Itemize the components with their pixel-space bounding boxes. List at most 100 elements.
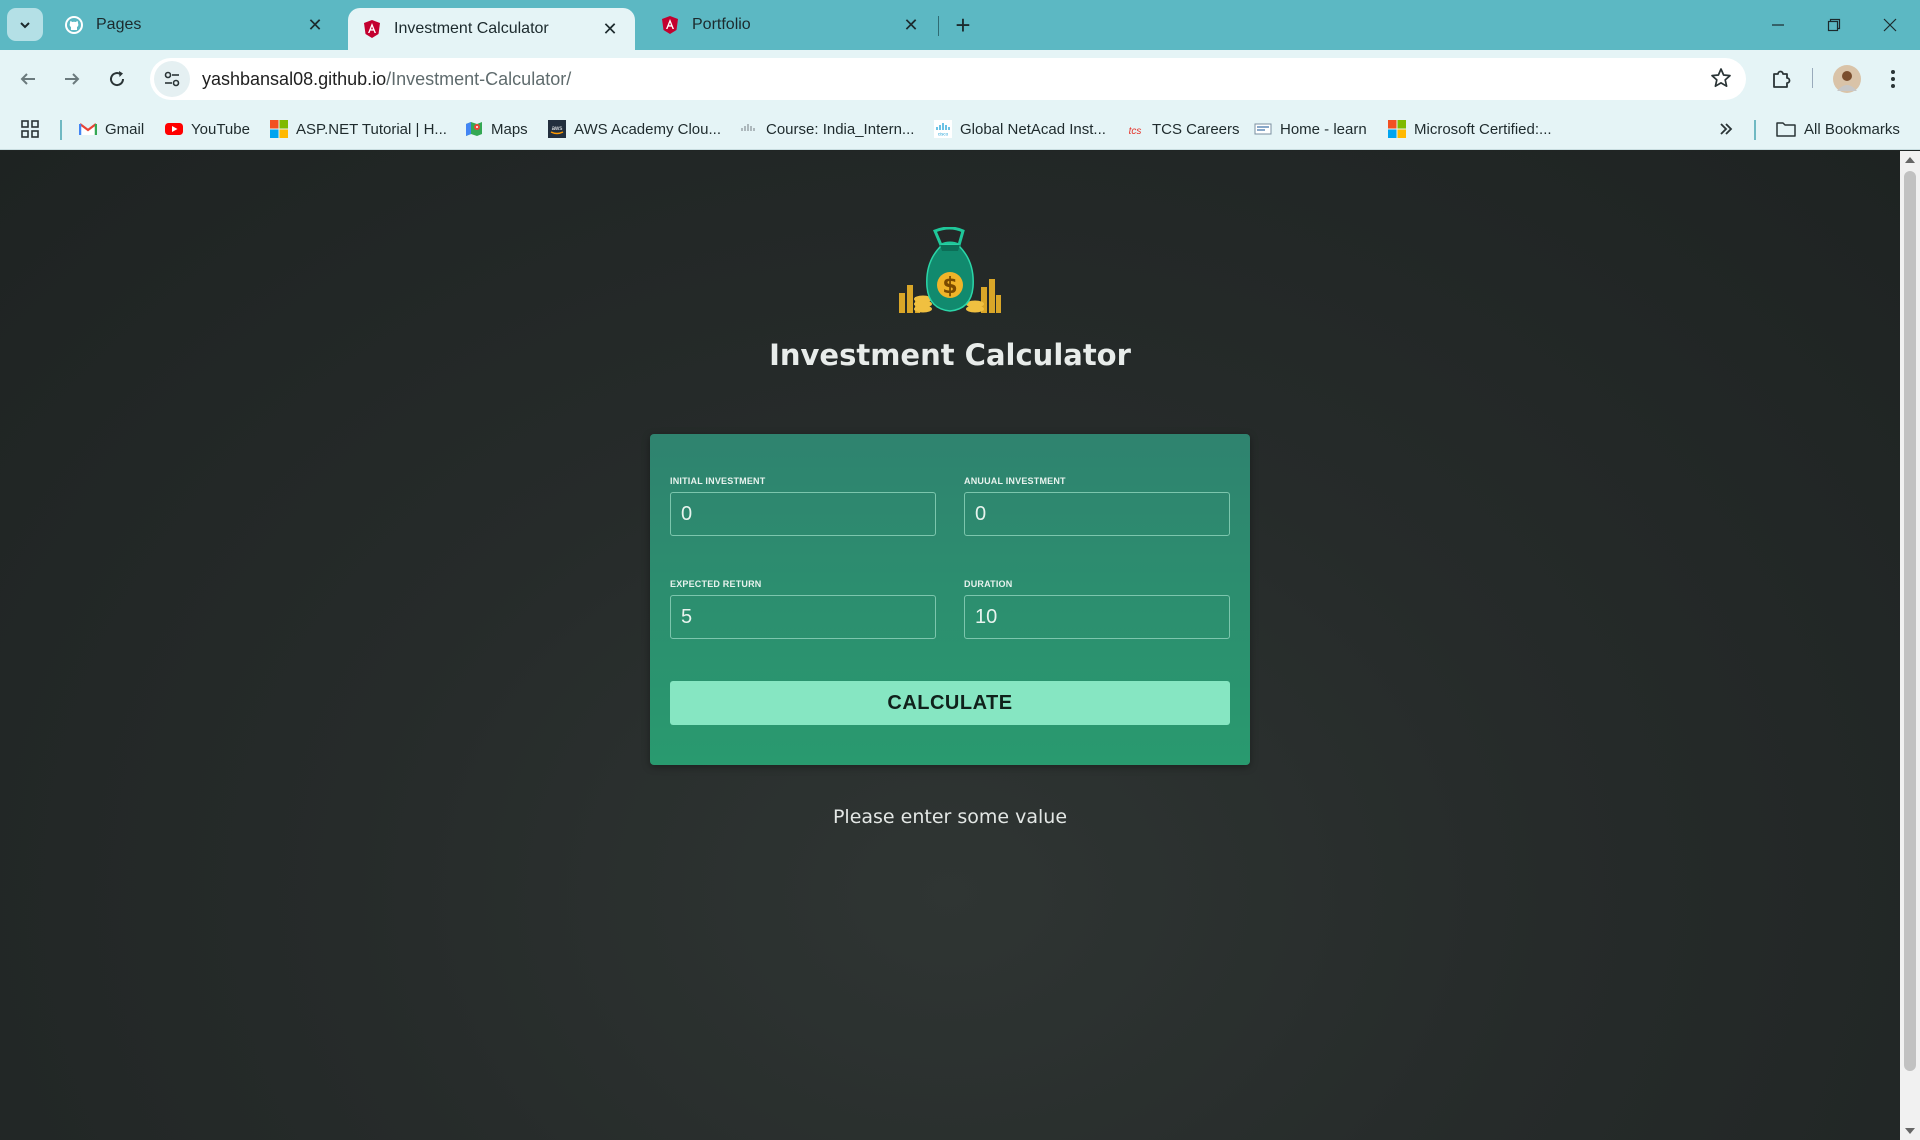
bookmark-gmail[interactable]: Gmail [79,116,144,142]
site-info-button[interactable] [154,61,190,97]
scroll-up-arrow[interactable] [1905,157,1915,163]
tab-pages[interactable]: Pages ✕ [50,0,340,50]
bookmark-label: ASP.NET Tutorial | H... [296,120,447,138]
bookmark-label: Home - learn [1280,120,1367,138]
microsoft-icon [1388,120,1406,138]
arrow-right-icon [65,73,80,85]
initial-investment-group: INITIAL INVESTMENT [670,476,936,536]
all-bookmarks-button[interactable]: All Bookmarks [1776,116,1900,142]
calculate-button[interactable]: CALCULATE [670,681,1230,725]
toolbar-divider [1812,68,1813,88]
bookmark-microsoft-certified[interactable]: Microsoft Certified:... [1388,116,1552,142]
bookmark-tcs-careers[interactable]: tcs TCS Careers [1126,116,1240,142]
bookmark-star-button[interactable] [1710,67,1732,94]
annual-investment-input[interactable] [964,492,1230,536]
new-tab-button[interactable]: + [948,10,978,40]
annual-investment-label: ANUUAL INVESTMENT [964,476,1066,486]
restore-button[interactable] [1806,0,1862,50]
duration-input[interactable] [964,595,1230,639]
cisco-icon [741,124,755,131]
back-button[interactable] [10,61,46,97]
duration-group: DURATION [964,579,1230,639]
more-vertical-icon [1891,70,1895,88]
angular-icon [660,15,680,35]
bookmark-aws-academy[interactable]: aws AWS Academy Clou... [548,116,721,142]
arrow-left-icon [20,73,35,85]
bookmark-label: Microsoft Certified:... [1414,120,1552,138]
learn-icon [1254,123,1272,135]
expected-return-group: EXPECTED RETURN [670,579,936,639]
close-tab-icon[interactable]: ✕ [599,18,621,40]
double-chevron-right-icon [1720,123,1733,135]
initial-investment-input[interactable] [670,492,936,536]
bookmark-label: TCS Careers [1152,120,1240,138]
url-text: yashbansal08.github.io/Investment-Calcul… [202,69,571,90]
tab-divider [938,16,939,36]
maps-icon [466,122,482,136]
address-bar[interactable]: yashbansal08.github.io/Investment-Calcul… [150,58,1746,100]
reload-icon [110,71,125,87]
svg-text:$: $ [942,274,957,299]
bookmark-global-netacad[interactable]: cisco Global NetAcad Inst... [934,116,1106,142]
chevron-down-icon [20,21,30,28]
extensions-button[interactable] [1763,61,1799,97]
annual-investment-group: ANUUAL INVESTMENT [964,476,1230,536]
cisco-icon: cisco [934,120,952,138]
tab-search-button[interactable] [7,8,43,41]
minimize-icon [1772,24,1784,26]
money-bag-logo: $ [899,227,1001,313]
page-scrollbar[interactable] [1900,151,1920,1140]
bookmark-label: Maps [491,120,528,138]
bookmark-label: AWS Academy Clou... [574,120,721,138]
tune-icon [164,71,180,87]
forward-button[interactable] [54,61,90,97]
bookmark-home-learn[interactable]: Home - learn [1254,116,1367,142]
page-content: $ Investment Calculator INITIAL INVESTME… [0,151,1900,1140]
expected-return-input[interactable] [670,595,936,639]
reload-button[interactable] [99,61,135,97]
close-tab-icon[interactable]: ✕ [900,14,922,36]
bookmark-label: Course: India_Intern... [766,120,915,138]
page-title: Investment Calculator [769,338,1131,372]
profile-avatar[interactable] [1829,61,1865,97]
bookmark-youtube[interactable]: YouTube [165,116,250,142]
close-window-button[interactable] [1862,0,1918,50]
status-message: Please enter some value [832,806,1068,828]
bookmarks-bar: Gmail YouTube ASP.NET Tutorial | H... Ma… [0,108,1920,150]
apps-button[interactable] [20,116,40,142]
close-tab-icon[interactable]: ✕ [304,14,326,36]
folder-icon [1776,122,1796,137]
expected-return-label: EXPECTED RETURN [670,579,762,589]
tab-investment-calculator[interactable]: Investment Calculator ✕ [348,8,635,50]
scroll-down-arrow[interactable] [1905,1128,1915,1134]
svg-text:aws: aws [552,126,563,132]
bookmark-label: Global NetAcad Inst... [960,120,1106,138]
minimize-button[interactable] [1750,0,1806,50]
browser-tabstrip: Pages ✕ Investment Calculator ✕ Portfoli… [0,0,1920,50]
close-icon [1883,18,1897,32]
bookmark-maps[interactable]: Maps [465,116,528,142]
initial-investment-label: INITIAL INVESTMENT [670,476,766,486]
aws-icon: aws [548,120,566,138]
star-icon [1711,68,1731,88]
youtube-icon [165,123,183,135]
bookmark-label: Gmail [105,120,145,138]
all-bookmarks-label: All Bookmarks [1804,120,1900,138]
tab-title: Pages [96,16,142,33]
url-path: /Investment-Calculator/ [386,68,572,89]
bookmark-aspnet-tutorial[interactable]: ASP.NET Tutorial | H... [270,116,447,142]
bookmark-course-india-intern[interactable]: Course: India_Intern... [740,116,914,142]
tab-portfolio[interactable]: Portfolio ✕ [646,0,936,50]
avatar-icon [1833,65,1861,93]
more-bookmarks-button[interactable] [1718,116,1734,142]
bookmarks-divider [1754,120,1756,140]
angular-icon [362,19,382,39]
restore-icon [1827,18,1841,32]
browser-menu-button[interactable] [1875,61,1911,97]
tab-title: Investment Calculator [394,20,549,37]
browser-toolbar: yashbansal08.github.io/Investment-Calcul… [0,50,1920,108]
microsoft-icon [270,120,288,138]
tab-title: Portfolio [692,16,751,33]
scroll-thumb[interactable] [1904,171,1916,1071]
bookmarks-divider [60,120,62,140]
